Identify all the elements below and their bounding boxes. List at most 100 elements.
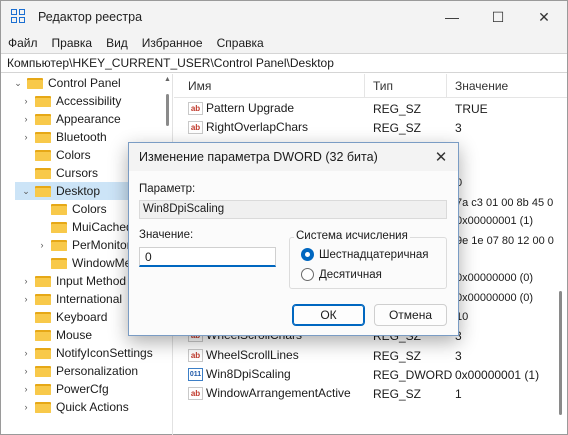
- cancel-button[interactable]: Отмена: [374, 304, 447, 326]
- menu-edit[interactable]: Правка: [45, 36, 100, 50]
- folder-icon: [35, 401, 51, 413]
- tree-item-bluetooth[interactable]: › Bluetooth: [21, 128, 107, 146]
- tree-item-label: International: [56, 292, 123, 306]
- folder-open-icon: [35, 185, 51, 197]
- value-data-fragment: 0x00000000 (0): [456, 272, 534, 284]
- param-name-field: Win8DpiScaling: [139, 200, 447, 219]
- chevron-right-icon[interactable]: ›: [21, 96, 31, 106]
- value-name: WindowArrangementActive: [206, 386, 351, 400]
- chevron-right-icon[interactable]: ›: [37, 240, 47, 250]
- list-scrollbar[interactable]: [556, 101, 565, 421]
- edit-dword-dialog: Изменение параметра DWORD (32 бита) ✕ Па…: [128, 142, 459, 336]
- tree-item-label: Appearance: [56, 112, 121, 126]
- value-data: 3: [455, 349, 462, 363]
- maximize-button[interactable]: ☐: [475, 1, 521, 33]
- chevron-right-icon[interactable]: ›: [21, 294, 31, 304]
- list-row[interactable]: ab WindowArrangementActive REG_SZ 1: [174, 384, 559, 403]
- chevron-down-icon[interactable]: ⌄: [13, 78, 23, 89]
- dialog-title: Изменение параметра DWORD (32 бита): [139, 150, 378, 164]
- tree-item-quick-actions[interactable]: › Quick Actions: [21, 398, 129, 416]
- dialog-close-button[interactable]: ✕: [424, 143, 458, 171]
- tree-item-cursors[interactable]: Cursors: [21, 164, 98, 182]
- chevron-right-icon[interactable]: ›: [21, 366, 31, 376]
- folder-icon: [51, 239, 67, 251]
- tree-item-muicached[interactable]: MuiCached: [37, 218, 133, 236]
- column-value-header[interactable]: Значение: [455, 79, 508, 93]
- list-row[interactable]: ab WheelScrollLines REG_SZ 3: [174, 346, 559, 365]
- folder-icon: [35, 149, 51, 161]
- folder-icon: [51, 203, 67, 215]
- column-divider[interactable]: [446, 74, 447, 98]
- menu-bar: Файл Правка Вид Избранное Справка: [1, 33, 567, 53]
- column-name-header[interactable]: Имя: [188, 79, 211, 93]
- tree-item-label: Keyboard: [56, 310, 108, 324]
- tree-item-powercfg[interactable]: › PowerCfg: [21, 380, 109, 398]
- value-name: RightOverlapChars: [206, 120, 309, 134]
- tree-item-keyboard[interactable]: Keyboard: [21, 308, 107, 326]
- param-label: Параметр:: [139, 183, 196, 195]
- chevron-right-icon[interactable]: ›: [21, 114, 31, 124]
- list-row[interactable]: ab Pattern Upgrade REG_SZ TRUE: [174, 99, 559, 118]
- tree-item-permonitor[interactable]: › PerMonitorS: [37, 236, 139, 254]
- list-row[interactable]: ab RightOverlapChars REG_SZ 3: [174, 118, 559, 137]
- column-divider[interactable]: [364, 74, 365, 98]
- folder-icon: [35, 167, 51, 179]
- tree-item-desktop-colors[interactable]: Colors: [37, 200, 107, 218]
- tree-item-label: Colors: [56, 148, 91, 162]
- title-bar: Редактор реестра — ☐ ✕: [1, 1, 567, 33]
- value-data: 3: [455, 121, 462, 135]
- column-type-header[interactable]: Тип: [373, 79, 393, 93]
- radio-hexadecimal[interactable]: Шестнадцатеричная: [301, 248, 428, 261]
- tree-item-label: NotifyIconSettings: [56, 346, 153, 360]
- list-row-selected[interactable]: 011 Win8DpiScaling REG_DWORD 0x00000001 (…: [174, 365, 559, 384]
- scroll-up-icon[interactable]: ▲: [163, 76, 172, 83]
- ok-button[interactable]: ОК: [292, 304, 365, 326]
- folder-icon: [35, 275, 51, 287]
- tree-item-mouse[interactable]: Mouse: [21, 326, 92, 344]
- menu-view[interactable]: Вид: [99, 36, 135, 50]
- value-type: REG_DWORD: [373, 368, 453, 382]
- chevron-right-icon[interactable]: ›: [21, 132, 31, 142]
- close-button[interactable]: ✕: [521, 1, 567, 33]
- menu-file[interactable]: Файл: [1, 36, 45, 50]
- scroll-thumb[interactable]: [559, 291, 562, 415]
- tree-item-label: Accessibility: [56, 94, 122, 108]
- string-value-icon: ab: [188, 386, 203, 400]
- folder-icon: [51, 221, 67, 233]
- chevron-down-icon[interactable]: ⌄: [21, 186, 31, 197]
- string-value-icon: ab: [188, 120, 203, 134]
- tree-item-control-panel[interactable]: ⌄ Control Panel: [13, 74, 121, 92]
- tree-item-personalization[interactable]: › Personalization: [21, 362, 139, 380]
- tree-item-notifyiconsettings[interactable]: › NotifyIconSettings: [21, 344, 153, 362]
- list-header: Имя Тип Значение: [174, 74, 567, 98]
- chevron-right-icon[interactable]: ›: [21, 384, 31, 394]
- tree-item-international[interactable]: › International: [21, 290, 123, 308]
- window-controls: — ☐ ✕: [429, 1, 567, 33]
- tree-item-label: Personalization: [56, 364, 139, 378]
- address-bar[interactable]: Компьютер\HKEY_CURRENT_USER\Control Pane…: [1, 53, 567, 73]
- chevron-right-icon[interactable]: ›: [21, 348, 31, 358]
- radio-unchecked-icon[interactable]: [301, 268, 314, 281]
- tree-item-windowmetrics[interactable]: WindowMet: [37, 254, 135, 272]
- tree-item-accessibility[interactable]: › Accessibility: [21, 92, 122, 110]
- value-data-input[interactable]: 0: [139, 247, 276, 267]
- scroll-thumb[interactable]: [166, 94, 169, 126]
- chevron-right-icon[interactable]: ›: [21, 402, 31, 412]
- menu-favorites[interactable]: Избранное: [135, 36, 210, 50]
- folder-icon: [27, 77, 43, 89]
- dialog-body: Параметр: Win8DpiScaling Значение: 0 Сис…: [129, 171, 458, 335]
- tree-item-label: WindowMet: [72, 256, 135, 270]
- tree-item-colors[interactable]: Colors: [21, 146, 91, 164]
- chevron-right-icon[interactable]: ›: [21, 276, 31, 286]
- minimize-button[interactable]: —: [429, 1, 475, 33]
- radio-decimal[interactable]: Десятичная: [301, 268, 382, 281]
- value-data-fragment: 0x00000001 (1): [456, 215, 534, 227]
- tree-item-appearance[interactable]: › Appearance: [21, 110, 121, 128]
- value-name: Win8DpiScaling: [206, 367, 291, 381]
- tree-item-input-method[interactable]: › Input Method: [21, 272, 127, 290]
- regedit-app-icon: [11, 9, 27, 25]
- radio-checked-icon[interactable]: [301, 248, 314, 261]
- value-label: Значение:: [139, 229, 194, 241]
- base-groupbox: [289, 237, 447, 289]
- menu-help[interactable]: Справка: [210, 36, 271, 50]
